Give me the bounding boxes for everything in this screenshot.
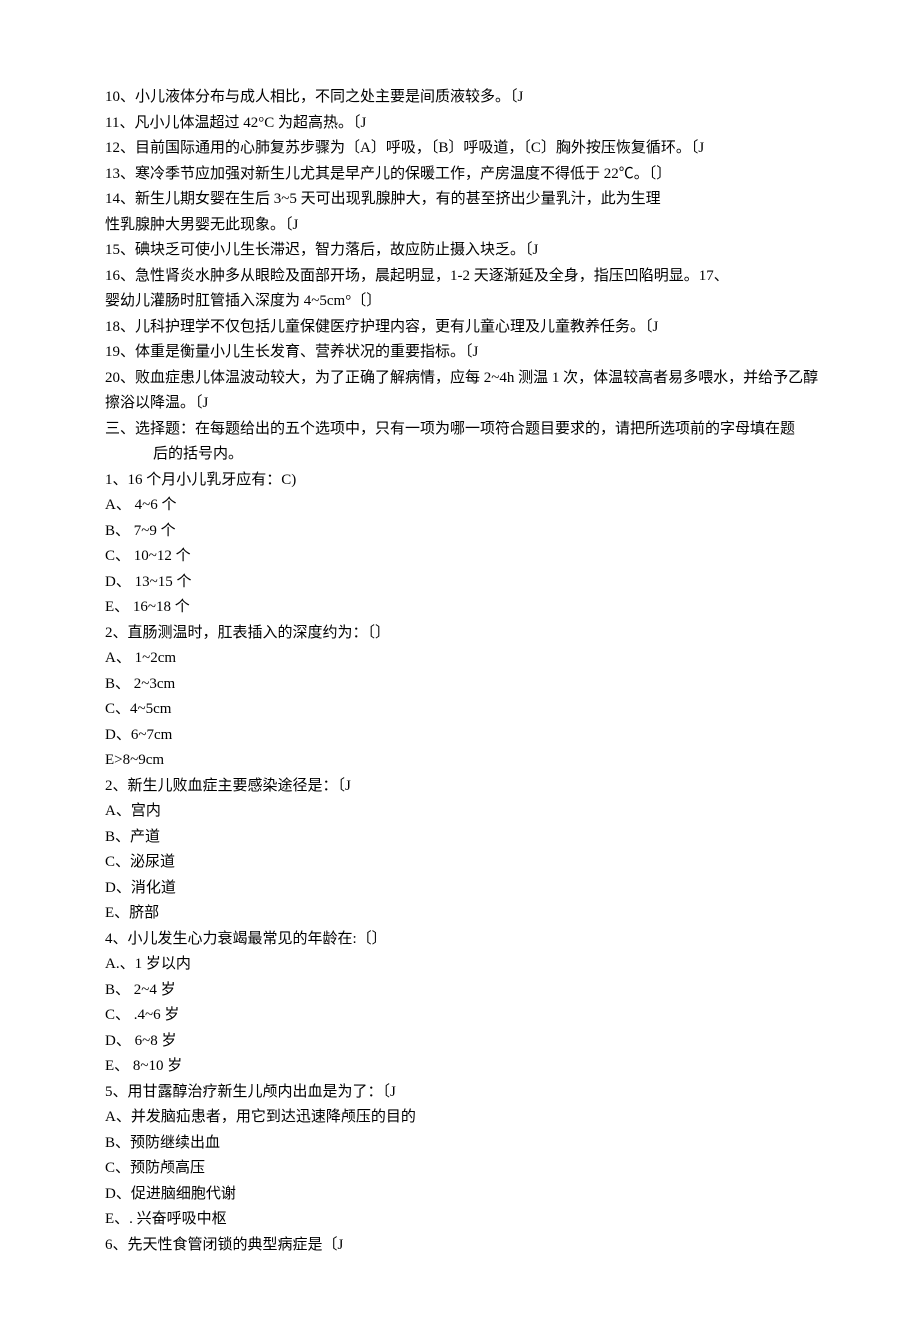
text-line: A.、1 岁以内 — [105, 952, 820, 978]
text-line: A、 1~2cm — [105, 646, 820, 672]
text-line: 20、败血症患儿体温波动较大，为了正确了解病情，应每 2~4h 测温 1 次，体… — [105, 366, 820, 417]
text-line: D、 13~15 个 — [105, 570, 820, 596]
text-line: E>8~9cm — [105, 748, 820, 774]
text-line: B、 2~4 岁 — [105, 978, 820, 1004]
text-line: D、消化道 — [105, 876, 820, 902]
text-line: E、 8~10 岁 — [105, 1054, 820, 1080]
text-line: A、并发脑疝患者，用它到达迅速降颅压的目的 — [105, 1105, 820, 1131]
text-line: B、 2~3cm — [105, 672, 820, 698]
text-line-indented: 后的括号内。 — [105, 442, 820, 468]
text-line: 婴幼儿灌肠时肛管插入深度为 4~5cm°〔〕 — [105, 289, 820, 315]
text-line: 18、儿科护理学不仅包括儿童保健医疗护理内容，更有儿童心理及儿童教养任务。〔J — [105, 315, 820, 341]
text-line: 5、用甘露醇治疗新生儿颅内出血是为了：〔J — [105, 1080, 820, 1106]
text-line: C、泌尿道 — [105, 850, 820, 876]
text-line: 性乳腺肿大男婴无此现象。〔J — [105, 213, 820, 239]
text-line: 12、目前国际通用的心肺复苏步骤为〔A〕呼吸，〔B〕呼吸道，〔C〕胸外按压恢复循… — [105, 136, 820, 162]
text-line: C、 10~12 个 — [105, 544, 820, 570]
text-line: 14、新生儿期女婴在生后 3~5 天可出现乳腺肿大，有的甚至挤出少量乳汁，此为生… — [105, 187, 820, 213]
text-line: 10、小儿液体分布与成人相比，不同之处主要是间质液较多。〔J — [105, 85, 820, 111]
text-line: 15、碘块乏可使小儿生长滞迟，智力落后，故应防止摄入块乏。〔J — [105, 238, 820, 264]
text-line: 19、体重是衡量小儿生长发育、营养状况的重要指标。〔J — [105, 340, 820, 366]
text-line: A、 4~6 个 — [105, 493, 820, 519]
text-line: 三、选择题：在每题给出的五个选项中，只有一项为哪一项符合题目要求的，请把所选项前… — [105, 417, 820, 443]
text-line: B、预防继续出血 — [105, 1131, 820, 1157]
text-line: E、. 兴奋呼吸中枢 — [105, 1207, 820, 1233]
text-line: 11、凡小儿体温超过 42°C 为超高热。〔J — [105, 111, 820, 137]
text-line: E、脐部 — [105, 901, 820, 927]
text-line: B、 7~9 个 — [105, 519, 820, 545]
text-line: 2、直肠测温时，肛表插入的深度约为：〔〕 — [105, 621, 820, 647]
text-line: 4、小儿发生心力衰竭最常见的年龄在:〔〕 — [105, 927, 820, 953]
text-line: 6、先天性食管闭锁的典型病症是〔J — [105, 1233, 820, 1259]
text-line: 2、新生儿败血症主要感染途径是：〔J — [105, 774, 820, 800]
text-line: 13、寒冷季节应加强对新生儿尤其是早产儿的保暖工作，产房温度不得低于 22℃。〔… — [105, 162, 820, 188]
document-page: 10、小儿液体分布与成人相比，不同之处主要是间质液较多。〔J 11、凡小儿体温超… — [0, 0, 920, 1318]
text-line: C、4~5cm — [105, 697, 820, 723]
text-line: C、预防颅高压 — [105, 1156, 820, 1182]
text-line: B、产道 — [105, 825, 820, 851]
text-line: E、 16~18 个 — [105, 595, 820, 621]
text-line: 16、急性肾炎水肿多从眼睑及面部开场，晨起明显，1-2 天逐渐延及全身，指压凹陷… — [105, 264, 820, 290]
text-line: D、促进脑细胞代谢 — [105, 1182, 820, 1208]
text-line: A、宫内 — [105, 799, 820, 825]
text-line: C、 .4~6 岁 — [105, 1003, 820, 1029]
text-line: D、 6~8 岁 — [105, 1029, 820, 1055]
text-line: 1、16 个月小儿乳牙应有：C) — [105, 468, 820, 494]
text-line: D、6~7cm — [105, 723, 820, 749]
